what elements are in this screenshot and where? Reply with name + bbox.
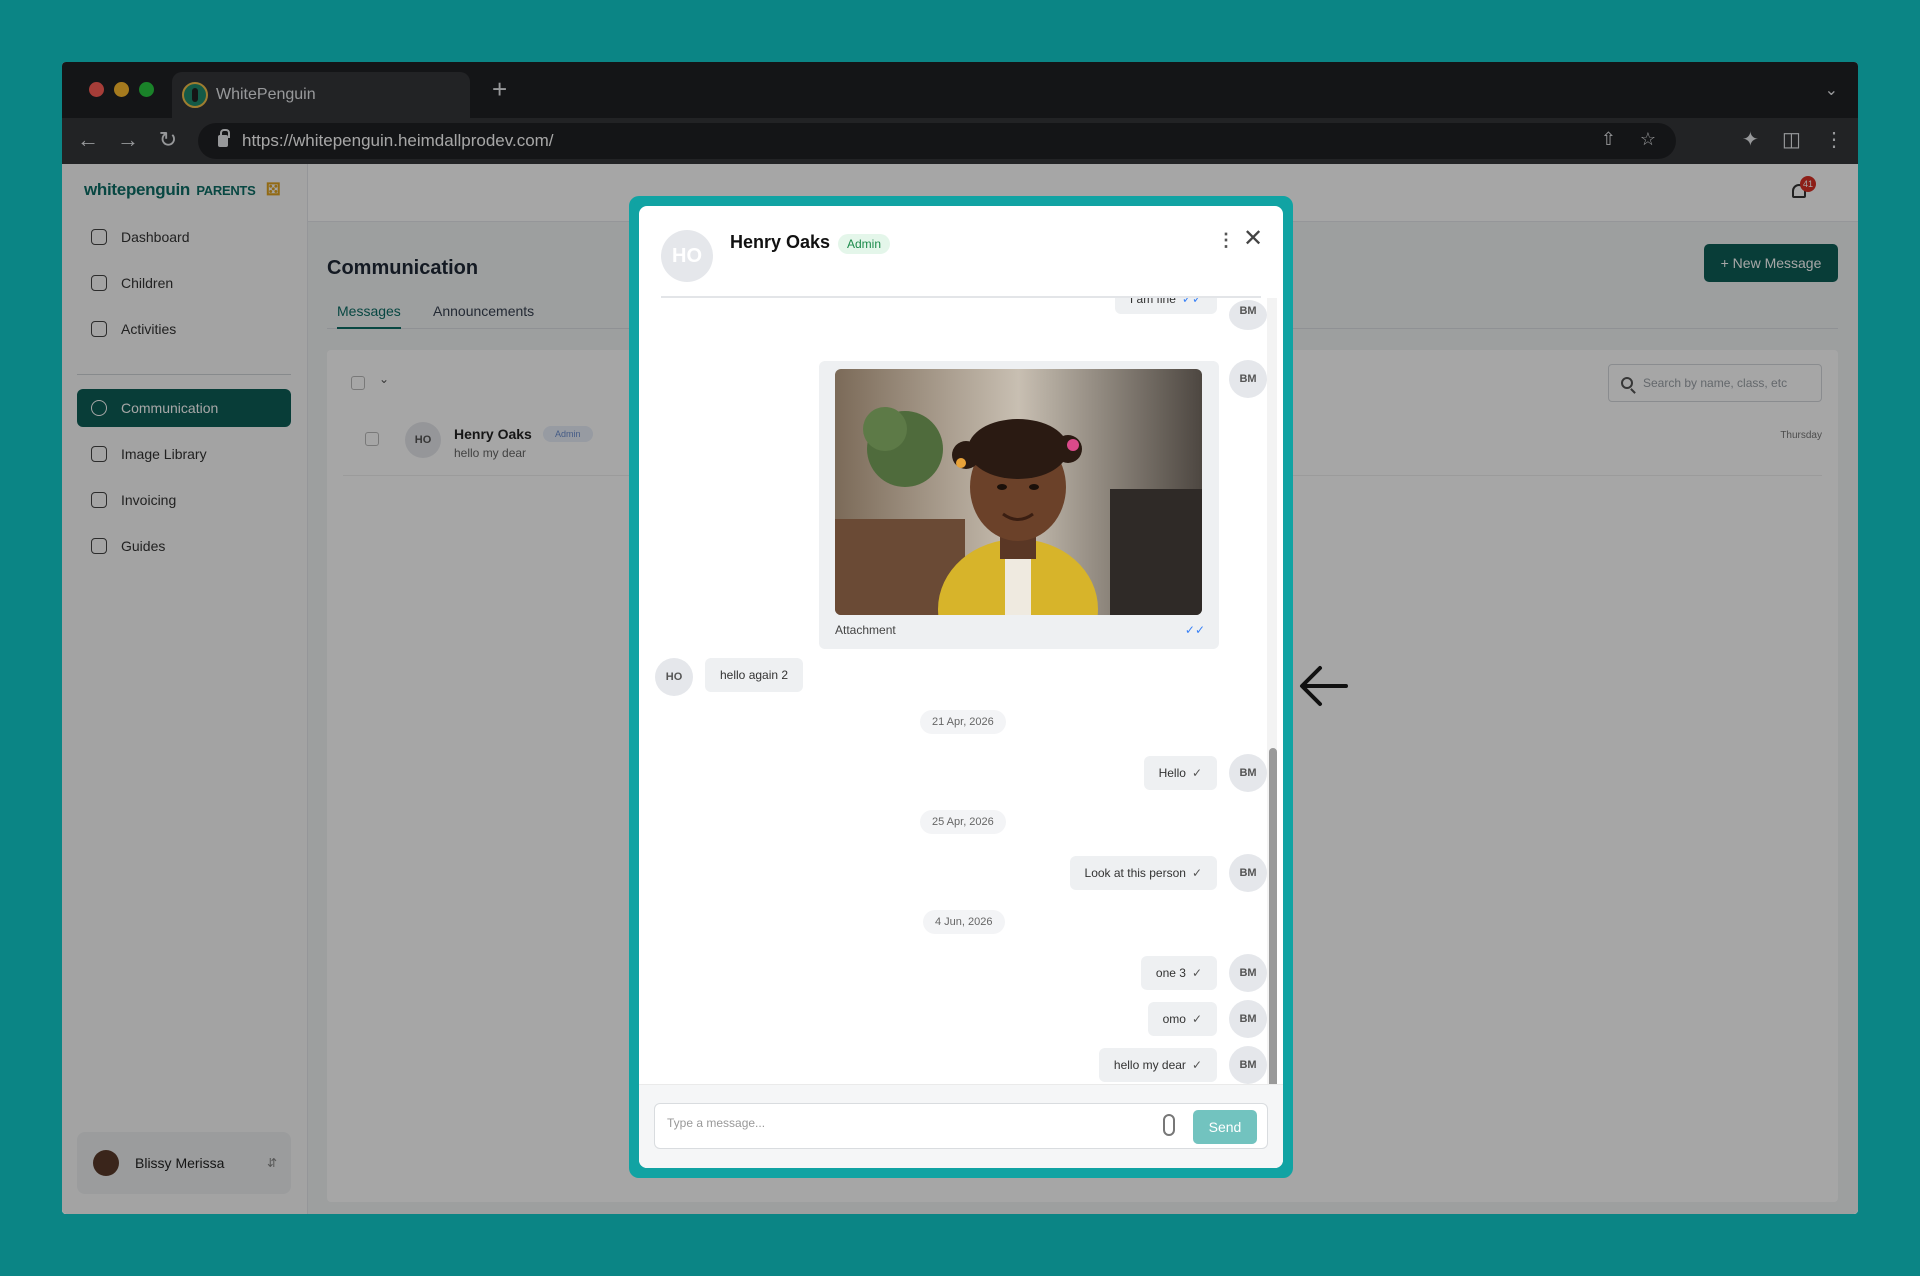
date-separator: 25 Apr, 2026 [920,810,1006,834]
message-bubble-sent: hello my dear ✓ [1098,1048,1217,1082]
message-composer: Type a message... Send [639,1084,1283,1168]
date-separator: 21 Apr, 2026 [920,710,1006,734]
double-check-icon: ✓✓ [1181,298,1202,306]
message-bubble-sent: omo ✓ [1147,1002,1217,1036]
message-thread: I am fine ✓✓ BM Attachment ✓✓ BM HO hell… [639,298,1283,1084]
double-check-icon: ✓✓ [1184,623,1205,637]
paperclip-icon[interactable] [1163,1114,1175,1136]
message-text: I am fine [1129,298,1176,306]
scrollbar-thumb[interactable] [1269,748,1277,1084]
avatar: BM [1229,300,1267,330]
check-icon: ✓ [1191,1058,1202,1072]
message-text: Hello [1158,766,1186,780]
avatar: BM [1229,954,1267,992]
avatar: BM [1229,754,1267,792]
send-button[interactable]: Send [1193,1110,1257,1144]
avatar: BM [1229,360,1267,398]
check-icon: ✓ [1191,766,1202,780]
check-icon: ✓ [1191,1012,1202,1026]
check-icon: ✓ [1191,966,1202,980]
message-bubble-received: hello again 2 [705,658,804,692]
message-bubble-sent: Look at this person ✓ [1069,856,1217,890]
more-vertical-icon[interactable]: ⋮ [1217,230,1235,251]
attachment-image[interactable] [835,369,1202,615]
message-bubble-sent: Hello ✓ [1143,756,1217,790]
check-icon: ✓ [1191,866,1202,880]
message-text: omo [1162,1012,1186,1026]
date-separator: 4 Jun, 2026 [923,910,1005,934]
chat-modal: HO Henry Oaks Admin ⋮ ✕ I am fine✓✓ BM [639,206,1283,1168]
message-text: one 3 [1155,966,1186,980]
message-bubble-sent: I am fine ✓✓ [1114,298,1217,314]
avatar: HO [661,230,713,282]
attachment-message[interactable]: Attachment ✓✓ [819,361,1219,649]
message-text: hello again 2 [720,668,789,682]
message-text: Look at this person [1084,866,1186,880]
close-icon[interactable]: ✕ [1243,224,1263,253]
message-input-placeholder: Type a message... [667,1116,766,1130]
role-badge: Admin [838,234,891,254]
avatar: HO [655,658,693,696]
chat-modal-frame: HO Henry Oaks Admin ⋮ ✕ I am fine✓✓ BM [629,196,1293,1178]
contact-name: Henry Oaks [730,232,831,252]
message-bubble-sent: one 3 ✓ [1140,956,1217,990]
avatar: BM [1229,854,1267,892]
attachment-label: Attachment [835,623,896,637]
chat-header: HO Henry Oaks Admin ⋮ ✕ [639,206,1283,298]
message-text: hello my dear [1113,1058,1186,1072]
message-input[interactable]: Type a message... Send [654,1103,1268,1149]
avatar: BM [1229,1000,1267,1038]
arrow-left-icon [1300,666,1348,706]
avatar: BM [1229,1046,1267,1084]
